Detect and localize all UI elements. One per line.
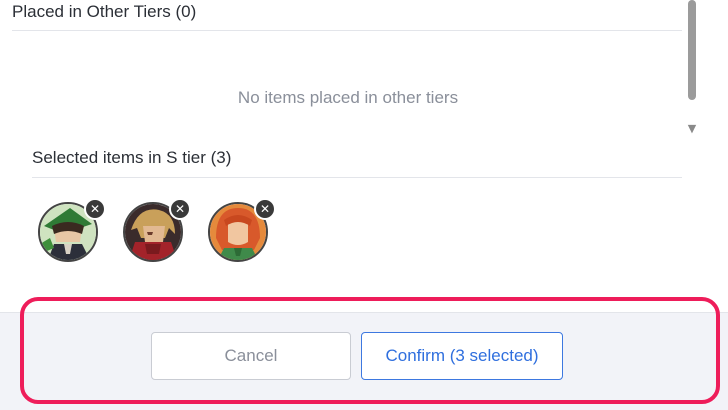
selected-item: ✕ [38, 198, 106, 262]
cancel-button[interactable]: Cancel [151, 332, 351, 380]
vertical-scrollbar[interactable]: ▼ [686, 0, 698, 140]
selected-items-heading: Selected items in S tier (3) [32, 148, 232, 167]
scroll-down-arrow-icon[interactable]: ▼ [686, 122, 698, 135]
close-icon[interactable]: ✕ [84, 198, 106, 220]
divider [32, 177, 682, 178]
scroll-thumb[interactable] [688, 0, 696, 100]
empty-state-message: No items placed in other tiers [237, 88, 459, 107]
confirm-button[interactable]: Confirm (3 selected) [361, 332, 563, 380]
selected-item: ✕ [208, 198, 276, 262]
tier-selection-panel: Placed in Other Tiers (0) No items place… [0, 0, 728, 410]
selected-item: ✕ [123, 198, 191, 262]
other-tiers-heading: Placed in Other Tiers (0) [12, 2, 197, 21]
close-icon[interactable]: ✕ [169, 198, 191, 220]
close-icon[interactable]: ✕ [254, 198, 276, 220]
scroll-content[interactable]: Placed in Other Tiers (0) No items place… [0, 0, 700, 310]
divider [12, 30, 682, 31]
selected-items-list: ✕ ✕ ✕ [38, 198, 276, 262]
